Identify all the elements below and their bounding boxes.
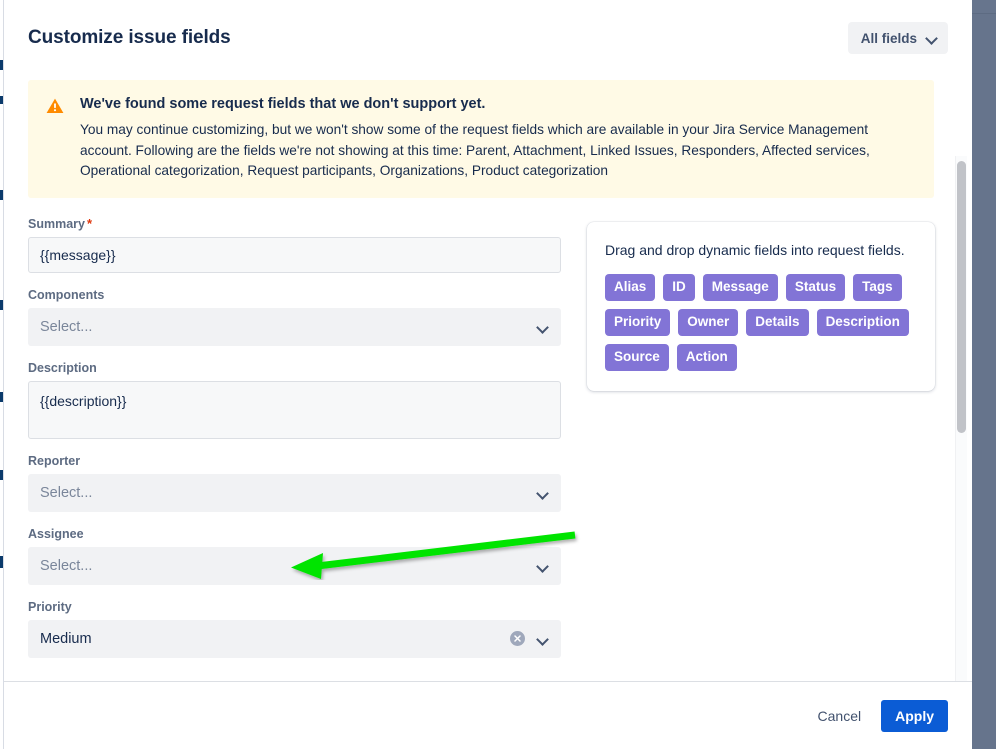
components-select[interactable]: Select...: [28, 307, 561, 346]
assignee-select-icons: [537, 560, 549, 572]
chevron-down-icon[interactable]: [537, 633, 549, 645]
dynamic-field-chip-details[interactable]: Details: [746, 308, 809, 336]
dynamic-field-chip-description[interactable]: Description: [816, 308, 909, 336]
warning-title: We've found some request fields that we …: [80, 96, 486, 112]
background-overlay-right-top: [972, 0, 996, 14]
assignee-label-text: Assignee: [28, 526, 84, 541]
components-select-icons: [537, 321, 549, 333]
customize-issue-fields-dialog: Customize issue fields All fields We've …: [4, 0, 972, 749]
description-textarea-value: {{description}}: [40, 392, 127, 409]
field-label-priority: Priority: [28, 599, 561, 615]
field-summary: Summary * {{message}}: [28, 216, 561, 273]
dynamic-field-chip-status[interactable]: Status: [785, 273, 846, 301]
field-priority: Priority Medium: [28, 599, 561, 658]
dynamic-fields-hint: Drag and drop dynamic fields into reques…: [605, 241, 905, 258]
form-area: Summary * {{message}} Components Select.…: [28, 216, 940, 672]
summary-input-value: {{message}}: [40, 246, 116, 263]
field-components: Components Select...: [28, 287, 561, 346]
reporter-select-value: Select...: [40, 484, 93, 501]
field-description: Description {{description}}: [28, 360, 561, 439]
field-label-description: Description: [28, 360, 561, 376]
chevron-down-icon[interactable]: [537, 560, 549, 572]
dialog-header: Customize issue fields All fields: [4, 0, 972, 76]
dynamic-field-chip-id[interactable]: ID: [663, 273, 695, 301]
assignee-select-value: Select...: [40, 557, 93, 574]
all-fields-label: All fields: [860, 30, 917, 46]
background-overlay-right: [972, 0, 996, 749]
warning-text-block: We've found some request fields that we …: [80, 94, 918, 182]
dialog-footer: Cancel Apply: [4, 681, 972, 749]
apply-button[interactable]: Apply: [881, 699, 948, 732]
unsupported-fields-warning-banner: We've found some request fields that we …: [28, 80, 934, 198]
warning-body: You may continue customizing, but we won…: [80, 122, 870, 178]
dynamic-field-chip-alias[interactable]: Alias: [605, 273, 656, 301]
chevron-down-icon[interactable]: [537, 321, 549, 333]
chevron-down-icon: [927, 33, 937, 43]
priority-select-icons: [510, 631, 549, 646]
field-label-summary: Summary *: [28, 216, 561, 232]
field-reporter: Reporter Select...: [28, 453, 561, 512]
field-assignee: Assignee Select...: [28, 526, 561, 585]
dynamic-field-chip-owner[interactable]: Owner: [678, 308, 739, 336]
dynamic-field-chip-tags[interactable]: Tags: [853, 273, 902, 301]
reporter-select[interactable]: Select...: [28, 473, 561, 512]
components-label-text: Components: [28, 287, 105, 302]
field-label-assignee: Assignee: [28, 526, 561, 542]
vertical-scrollbar-thumb[interactable]: [957, 161, 966, 433]
field-label-components: Components: [28, 287, 561, 303]
description-textarea[interactable]: {{description}}: [28, 380, 561, 439]
summary-input[interactable]: {{message}}: [28, 236, 561, 273]
dynamic-field-chip-action[interactable]: Action: [676, 343, 737, 371]
description-label-text: Description: [28, 360, 97, 375]
field-label-reporter: Reporter: [28, 453, 561, 469]
page-title: Customize issue fields: [28, 27, 231, 48]
required-asterisk: *: [86, 215, 93, 231]
assignee-select[interactable]: Select...: [28, 546, 561, 585]
dynamic-field-chip-list: Alias ID Message Status Tags Priority Ow…: [605, 273, 917, 371]
reporter-select-icons: [537, 487, 549, 499]
request-fields-column: Summary * {{message}} Components Select.…: [28, 216, 561, 672]
dynamic-fields-panel: Drag and drop dynamic fields into reques…: [587, 221, 935, 391]
screen: Customize issue fields All fields We've …: [0, 0, 996, 749]
warning-triangle-icon: [44, 95, 66, 117]
priority-select[interactable]: Medium: [28, 619, 561, 658]
clear-icon[interactable]: [510, 631, 525, 646]
priority-label-text: Priority: [28, 599, 72, 614]
dynamic-field-chip-source[interactable]: Source: [605, 343, 669, 371]
priority-select-value: Medium: [40, 630, 92, 647]
summary-label-text: Summary: [28, 216, 85, 231]
dialog-body-scroll-area[interactable]: We've found some request fields that we …: [4, 76, 972, 681]
reporter-label-text: Reporter: [28, 453, 81, 468]
dynamic-fields-column: Drag and drop dynamic fields into reques…: [587, 216, 940, 672]
all-fields-dropdown[interactable]: All fields: [847, 22, 948, 54]
cancel-button[interactable]: Cancel: [806, 700, 874, 732]
dialog-body-content: We've found some request fields that we …: [28, 80, 940, 672]
dynamic-field-chip-priority[interactable]: Priority: [605, 308, 671, 336]
dynamic-field-chip-message[interactable]: Message: [702, 273, 778, 301]
chevron-down-icon[interactable]: [537, 487, 549, 499]
components-select-value: Select...: [40, 318, 93, 335]
